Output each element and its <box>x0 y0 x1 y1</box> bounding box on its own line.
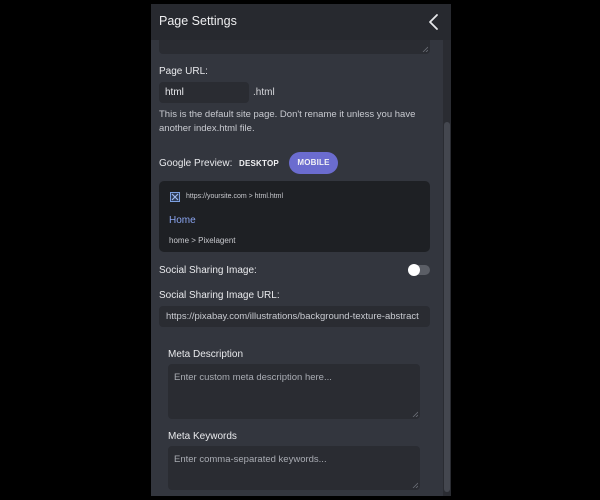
social-sharing-toggle[interactable] <box>408 264 430 276</box>
resize-handle-icon[interactable] <box>412 482 418 488</box>
preview-url: https://yoursite.com > html.html <box>186 193 284 200</box>
meta-keywords-label: Meta Keywords <box>168 431 237 442</box>
page-title: Page Settings <box>159 14 237 28</box>
page-settings-panel: Page Settings Page URL: html .html This … <box>151 4 451 496</box>
resize-handle-icon[interactable] <box>422 46 428 52</box>
meta-keywords-textarea[interactable]: Enter comma-separated keywords... <box>168 446 420 490</box>
tab-mobile[interactable]: MOBILE <box>289 152 338 174</box>
google-preview-card: https://yoursite.com > html.html Home ho… <box>159 181 430 252</box>
preview-breadcrumb: home > Pixelagent <box>169 236 236 245</box>
social-sharing-image-label: Social Sharing Image: <box>159 265 257 276</box>
scrollbar-thumb[interactable] <box>444 122 450 492</box>
chevron-left-icon[interactable] <box>426 13 442 31</box>
broken-image-icon <box>170 192 180 202</box>
social-sharing-url-label: Social Sharing Image URL: <box>159 290 280 301</box>
meta-description-placeholder: Enter custom meta description here... <box>174 372 332 383</box>
panel-scrollbar[interactable] <box>443 40 451 496</box>
meta-keywords-placeholder: Enter comma-separated keywords... <box>174 454 327 465</box>
resize-handle-icon[interactable] <box>412 411 418 417</box>
meta-description-label: Meta Description <box>168 349 244 360</box>
toggle-knob <box>408 264 420 276</box>
page-url-help-text: This is the default site page. Don't ren… <box>159 109 416 134</box>
social-sharing-url-input[interactable]: https://pixabay.com/illustrations/backgr… <box>159 306 430 327</box>
previous-textarea-bottom[interactable] <box>159 40 430 54</box>
page-url-input[interactable]: html <box>159 82 249 103</box>
page-url-suffix: .html <box>253 87 275 98</box>
preview-title: Home <box>169 215 196 226</box>
page-url-label: Page URL: <box>159 66 208 77</box>
tab-desktop[interactable]: DESKTOP <box>239 159 279 168</box>
panel-header: Page Settings <box>151 4 451 40</box>
meta-description-textarea[interactable]: Enter custom meta description here... <box>168 364 420 419</box>
google-preview-label: Google Preview: <box>159 158 233 169</box>
